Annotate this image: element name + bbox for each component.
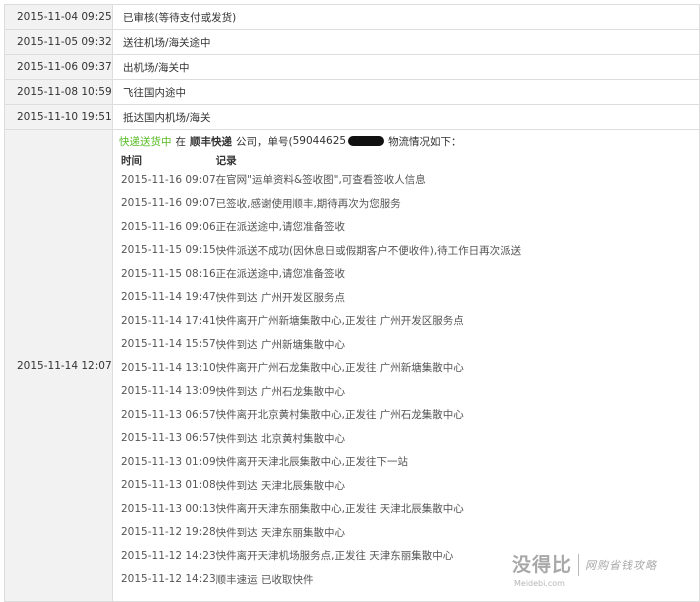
record-time: 2015-11-14 17:41 bbox=[121, 314, 216, 327]
record-time: 2015-11-16 09:06 bbox=[121, 220, 216, 233]
tracking-record-row: 2015-11-14 19:47 快件到达 广州开发区服务点 bbox=[119, 286, 699, 310]
record-text: 在官网"运单资料&签收图",可查看签收人信息 bbox=[215, 174, 426, 187]
record-text: 快件到达 天津北辰集散中心 bbox=[215, 479, 345, 492]
record-text: 快件到达 北京黄村集散中心 bbox=[215, 432, 345, 445]
record-text: 快件派送不成功(因休息日或假期客户不便收件),待工作日再次派送 bbox=[215, 244, 522, 257]
col-header-time: 时间 bbox=[121, 154, 142, 167]
status-row: 2015-11-06 09:37 出机场/海关中 bbox=[4, 54, 700, 79]
record-text: 快件离开广州新塘集散中心,正发往 广州开发区服务点 bbox=[215, 315, 464, 328]
record-time: 2015-11-12 14:23 bbox=[121, 573, 216, 586]
record-text: 正在派送途中,请您准备签收 bbox=[215, 221, 345, 234]
status-row: 2015-11-10 19:51 抵达国内机场/海关 bbox=[4, 104, 700, 129]
tracking-record-row: 2015-11-13 06:57 快件离开北京黄村集散中心,正发往 广州石龙集散中… bbox=[119, 403, 699, 427]
tracking-header-row: 时间 记录 bbox=[119, 152, 699, 168]
record-time: 2015-11-16 09:07 bbox=[121, 173, 216, 186]
status-time: 2015-11-06 09:37 bbox=[5, 55, 113, 79]
status-time: 2015-11-04 09:25 bbox=[5, 5, 113, 29]
tracking-record-row: 2015-11-14 17:41 快件离开广州新塘集散中心,正发往 广州开发区服务… bbox=[119, 309, 699, 333]
status-time: 2015-11-08 10:59 bbox=[5, 80, 113, 104]
headline-suffix: 物流情况如下： bbox=[388, 135, 462, 148]
record-text: 快件离开北京黄村集散中心,正发往 广州石龙集散中心 bbox=[215, 409, 464, 422]
tracking-record-row: 2015-11-15 08:16 正在派送途中,请您准备签收 bbox=[119, 262, 699, 286]
watermark-separator bbox=[578, 554, 580, 576]
tracking-record-row: 2015-11-16 09:06 正在派送途中,请您准备签收 bbox=[119, 215, 699, 239]
tracking-number: 59044625 bbox=[292, 135, 347, 147]
headline-prefix: 在 bbox=[175, 135, 187, 148]
delivery-headline: 快递送货中 在 顺丰快递 公司，单号( 59044625 物流情况如下： bbox=[119, 130, 699, 152]
tracking-record-row: 2015-11-14 13:09 快件到达 广州石龙集散中心 bbox=[119, 380, 699, 404]
status-text: 飞往国内途中 bbox=[113, 80, 699, 104]
status-text: 送往机场/海关途中 bbox=[113, 30, 699, 54]
record-text: 正在派送途中,请您准备签收 bbox=[215, 268, 345, 281]
tracking-record-row: 2015-11-15 09:15 快件派送不成功(因休息日或假期客户不便收件),待… bbox=[119, 239, 699, 263]
record-text: 快件到达 广州石龙集散中心 bbox=[215, 385, 345, 398]
record-time: 2015-11-14 19:47 bbox=[121, 291, 216, 304]
site-watermark: 没得比 Meidebi.com 网购省钱攻略 bbox=[512, 548, 698, 588]
watermark-slogan: 网购省钱攻略 bbox=[585, 559, 658, 572]
record-time: 2015-11-13 01:08 bbox=[121, 479, 216, 492]
tracking-record-row: 2015-11-13 01:09 快件离开天津北辰集散中心,正发往下一站 bbox=[119, 450, 699, 474]
status-row: 2015-11-05 09:32 送往机场/海关途中 bbox=[4, 29, 700, 54]
record-time: 2015-11-13 00:13 bbox=[121, 502, 216, 515]
tracking-record-row: 2015-11-14 15:57 快件到达 广州新塘集散中心 bbox=[119, 333, 699, 357]
redaction-mark bbox=[348, 136, 385, 146]
tracking-record-row: 2015-11-16 09:07 已签收,感谢使用顺丰,期待再次为您服务 bbox=[119, 192, 699, 216]
col-header-record: 记录 bbox=[215, 154, 237, 167]
record-text: 快件到达 广州开发区服务点 bbox=[215, 291, 345, 304]
courier-company: 顺丰快递 bbox=[190, 135, 232, 148]
tracking-record-row: 2015-11-13 01:08 快件到达 天津北辰集散中心 bbox=[119, 474, 699, 498]
record-time: 2015-11-13 06:57 bbox=[121, 432, 216, 445]
tracking-table: 时间 记录 2015-11-16 09:07 在官网"运单资料&签收图",可查看签… bbox=[119, 152, 699, 591]
record-text: 快件离开广州石龙集散中心,正发往 广州新塘集散中心 bbox=[215, 362, 464, 375]
watermark-main: 没得比 bbox=[512, 554, 573, 576]
record-text: 快件离开天津北辰集散中心,正发往下一站 bbox=[215, 456, 408, 469]
tracking-record-row: 2015-11-13 06:57 快件到达 北京黄村集散中心 bbox=[119, 427, 699, 451]
tracking-records: 2015-11-16 09:07 在官网"运单资料&签收图",可查看签收人信息 20… bbox=[119, 168, 699, 591]
tracking-record-row: 2015-11-14 13:10 快件离开广州石龙集散中心,正发往 广州新塘集散中… bbox=[119, 356, 699, 380]
record-text: 快件到达 广州新塘集散中心 bbox=[215, 338, 345, 351]
record-time: 2015-11-15 08:16 bbox=[121, 267, 216, 280]
record-time: 2015-11-14 15:57 bbox=[121, 338, 216, 351]
status-time: 2015-11-10 19:51 bbox=[5, 105, 113, 129]
delivery-row: 2015-11-14 12:07 快递送货中 在 顺丰快递 公司，单号( 590… bbox=[4, 129, 700, 602]
headline-mid: 公司，单号( bbox=[236, 135, 293, 148]
record-time: 2015-11-12 14:23 bbox=[121, 549, 216, 562]
record-time: 2015-11-14 13:09 bbox=[121, 385, 216, 398]
delivery-status-label: 快递送货中 bbox=[119, 135, 172, 148]
watermark-logo: 没得比 Meidebi.com bbox=[512, 554, 573, 588]
tracking-record-row: 2015-11-12 19:28 快件到达 天津东丽集散中心 bbox=[119, 521, 699, 545]
record-text: 快件离开天津东丽集散中心,正发往 天津北辰集散中心 bbox=[215, 503, 464, 516]
record-time: 2015-11-15 09:15 bbox=[121, 244, 216, 257]
status-text: 出机场/海关中 bbox=[113, 55, 699, 79]
record-time: 2015-11-14 13:10 bbox=[121, 361, 216, 374]
record-text: 快件到达 天津东丽集散中心 bbox=[215, 526, 345, 539]
tracking-record-row: 2015-11-13 00:13 快件离开天津东丽集散中心,正发往 天津北辰集散中… bbox=[119, 497, 699, 521]
record-text: 已签收,感谢使用顺丰,期待再次为您服务 bbox=[215, 197, 401, 210]
record-time: 2015-11-12 19:28 bbox=[121, 526, 216, 539]
record-time: 2015-11-13 01:09 bbox=[121, 455, 216, 468]
order-status-table: 2015-11-04 09:25 已审核(等待支付或发货) 2015-11-05… bbox=[4, 4, 700, 602]
status-row: 2015-11-08 10:59 飞往国内途中 bbox=[4, 79, 700, 104]
status-text: 已审核(等待支付或发货) bbox=[113, 5, 699, 29]
delivery-details: 快递送货中 在 顺丰快递 公司，单号( 59044625 物流情况如下： 时间 … bbox=[113, 130, 699, 601]
watermark-domain: Meidebi.com bbox=[514, 579, 565, 588]
status-text: 抵达国内机场/海关 bbox=[113, 105, 699, 129]
status-time: 2015-11-05 09:32 bbox=[5, 30, 113, 54]
status-row: 2015-11-04 09:25 已审核(等待支付或发货) bbox=[4, 4, 700, 29]
delivery-time: 2015-11-14 12:07 bbox=[5, 130, 113, 601]
tracking-record-row: 2015-11-16 09:07 在官网"运单资料&签收图",可查看签收人信息 bbox=[119, 168, 699, 192]
record-time: 2015-11-13 06:57 bbox=[121, 408, 216, 421]
record-time: 2015-11-16 09:07 bbox=[121, 197, 216, 210]
